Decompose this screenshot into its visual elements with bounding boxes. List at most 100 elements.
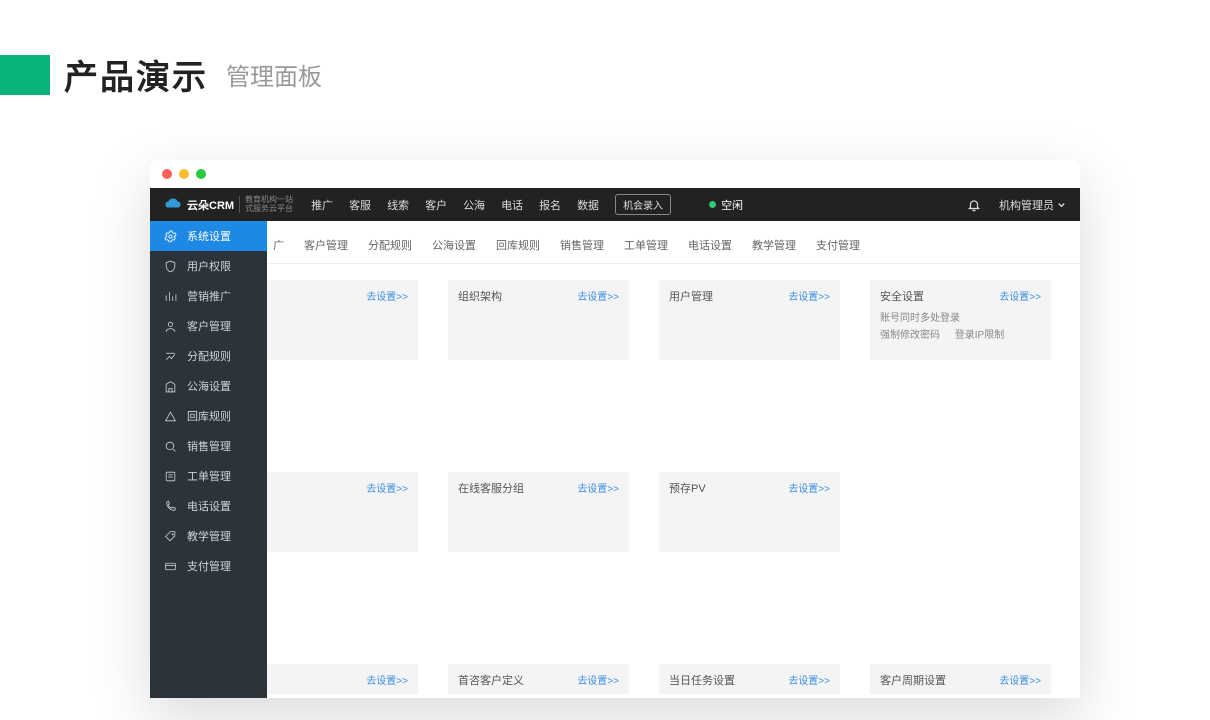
record-opportunity-button[interactable]: 机会录入 [615, 194, 671, 215]
logo-tagline: 教育机构一站式服务云平台 [239, 196, 293, 214]
settings-card-pv: 预存PV 去设置>> [659, 472, 840, 552]
tab-ticket[interactable]: 工单管理 [616, 233, 676, 257]
sales-icon [164, 440, 177, 453]
tab-pool[interactable]: 公海设置 [424, 233, 484, 257]
card-link[interactable]: 去设置>> [999, 672, 1041, 687]
sidebar-item-ticket[interactable]: 工单管理 [150, 461, 267, 491]
sidebar-item-phone[interactable]: 电话设置 [150, 491, 267, 521]
sidebar-label: 分配规则 [187, 348, 231, 364]
nav-leads[interactable]: 线索 [383, 194, 413, 216]
card-title: 安全设置 [880, 291, 924, 303]
settings-icon [164, 230, 177, 243]
sidebar-item-assign[interactable]: 分配规则 [150, 341, 267, 371]
sidebar-label: 销售管理 [187, 438, 231, 454]
nav-data[interactable]: 数据 [573, 194, 603, 216]
user-menu[interactable]: 机构管理员 [999, 197, 1066, 213]
close-dot[interactable] [162, 169, 172, 179]
card-link[interactable]: 去设置>> [366, 288, 408, 303]
nav-phone[interactable]: 电话 [497, 194, 527, 216]
nav-promo[interactable]: 推广 [307, 194, 337, 216]
sidebar-item-permissions[interactable]: 用户权限 [150, 251, 267, 281]
sub-item: 登录IP限制 [955, 327, 1004, 344]
sub-item: 强制修改密码 [880, 327, 940, 344]
app-body: 系统设置 用户权限 营销推广 客户管理 分配规则 公海设置 [150, 221, 1080, 698]
card-link[interactable]: 去设置>> [999, 288, 1041, 303]
card-title: 用户管理 [669, 291, 713, 303]
nav-signup[interactable]: 报名 [535, 194, 565, 216]
shield-icon [164, 260, 177, 273]
sidebar-item-system[interactable]: 系统设置 [150, 221, 267, 251]
nav-service[interactable]: 客服 [345, 194, 375, 216]
card-title: 首咨客户定义 [458, 675, 524, 687]
app-window: 云朵CRM 教育机构一站式服务云平台 推广 客服 线索 客户 公海 电话 报名 … [150, 160, 1080, 698]
logo[interactable]: 云朵CRM 教育机构一站式服务云平台 [164, 196, 293, 214]
ticket-icon [164, 470, 177, 483]
card-link[interactable]: 去设置>> [788, 480, 830, 495]
sidebar-label: 教学管理 [187, 528, 231, 544]
card-title: 组织架构 [458, 291, 502, 303]
accent-block [0, 55, 50, 95]
sidebar-label: 公海设置 [187, 378, 231, 394]
card-link[interactable]: 去设置>> [577, 288, 619, 303]
tag-icon [164, 530, 177, 543]
assign-icon [164, 350, 177, 363]
settings-card: 去设置>> [267, 280, 418, 360]
tab-assign[interactable]: 分配规则 [360, 233, 420, 257]
settings-card-task: 当日任务设置 去设置>> [659, 664, 840, 694]
status-dot-icon [709, 201, 716, 208]
chevron-down-icon [1057, 200, 1066, 209]
card-link[interactable]: 去设置>> [577, 672, 619, 687]
tab-return[interactable]: 回库规则 [488, 233, 548, 257]
slide-subtitle: 管理面板 [226, 57, 322, 92]
settings-card-security: 安全设置 去设置>> 账号同时多处登录 强制修改密码 登录IP限制 [870, 280, 1051, 360]
settings-card-servicegroup: 在线客服分组 去设置>> [448, 472, 629, 552]
settings-card-first: 首咨客户定义 去设置>> [448, 664, 629, 694]
sidebar-item-marketing[interactable]: 营销推广 [150, 281, 267, 311]
sidebar-label: 电话设置 [187, 498, 231, 514]
card-link[interactable]: 去设置>> [366, 672, 408, 687]
sidebar-item-teach[interactable]: 教学管理 [150, 521, 267, 551]
sidebar-label: 工单管理 [187, 468, 231, 484]
sidebar-item-sales[interactable]: 销售管理 [150, 431, 267, 461]
tab-sales[interactable]: 销售管理 [552, 233, 612, 257]
tab-promo[interactable]: 广 [267, 233, 292, 257]
sidebar-item-pool[interactable]: 公海设置 [150, 371, 267, 401]
maximize-dot[interactable] [196, 169, 206, 179]
cloud-logo-icon [164, 197, 182, 213]
minimize-dot[interactable] [179, 169, 189, 179]
settings-card-cycle: 客户周期设置 去设置>> [870, 664, 1051, 694]
tab-payment[interactable]: 支付管理 [808, 233, 868, 257]
card-link[interactable]: 去设置>> [788, 672, 830, 687]
sidebar-label: 用户权限 [187, 258, 231, 274]
sidebar-item-payment[interactable]: 支付管理 [150, 551, 267, 581]
slide-title: 产品演示 [64, 50, 208, 99]
card-title: 预存PV [669, 483, 706, 495]
settings-card: 置 去设置>> [267, 472, 418, 552]
user-icon [164, 320, 177, 333]
sidebar-label: 支付管理 [187, 558, 231, 574]
status-indicator[interactable]: 空闲 [709, 197, 743, 213]
status-text: 空闲 [721, 197, 743, 213]
card-link[interactable]: 去设置>> [788, 288, 830, 303]
card-link[interactable]: 去设置>> [366, 480, 408, 495]
sidebar-item-customer[interactable]: 客户管理 [150, 311, 267, 341]
sidebar-label: 回库规则 [187, 408, 231, 424]
main-area: 广 客户管理 分配规则 公海设置 回库规则 销售管理 工单管理 电话设置 教学管… [267, 221, 1080, 698]
tab-teach[interactable]: 教学管理 [744, 233, 804, 257]
tab-customer[interactable]: 客户管理 [296, 233, 356, 257]
card-link[interactable]: 去设置>> [577, 480, 619, 495]
chart-icon [164, 290, 177, 303]
sidebar-label: 营销推广 [187, 288, 231, 304]
building-icon [164, 380, 177, 393]
nav-pool[interactable]: 公海 [459, 194, 489, 216]
nav-customer[interactable]: 客户 [421, 194, 451, 216]
tab-phone[interactable]: 电话设置 [680, 233, 740, 257]
sidebar-item-return[interactable]: 回库规则 [150, 401, 267, 431]
card-icon [164, 560, 177, 573]
bell-icon[interactable] [967, 198, 981, 212]
tabs-row: 广 客户管理 分配规则 公海设置 回库规则 销售管理 工单管理 电话设置 教学管… [267, 221, 1080, 264]
card-sub: 账号同时多处登录 强制修改密码 登录IP限制 [880, 310, 1041, 344]
cards-grid: 去设置>> 组织架构 去设置>> 用户管理 去设置>> 安全设置 去设置>> 账… [267, 264, 1080, 694]
app-header: 云朵CRM 教育机构一站式服务云平台 推广 客服 线索 客户 公海 电话 报名 … [150, 188, 1080, 221]
sidebar: 系统设置 用户权限 营销推广 客户管理 分配规则 公海设置 [150, 221, 267, 698]
